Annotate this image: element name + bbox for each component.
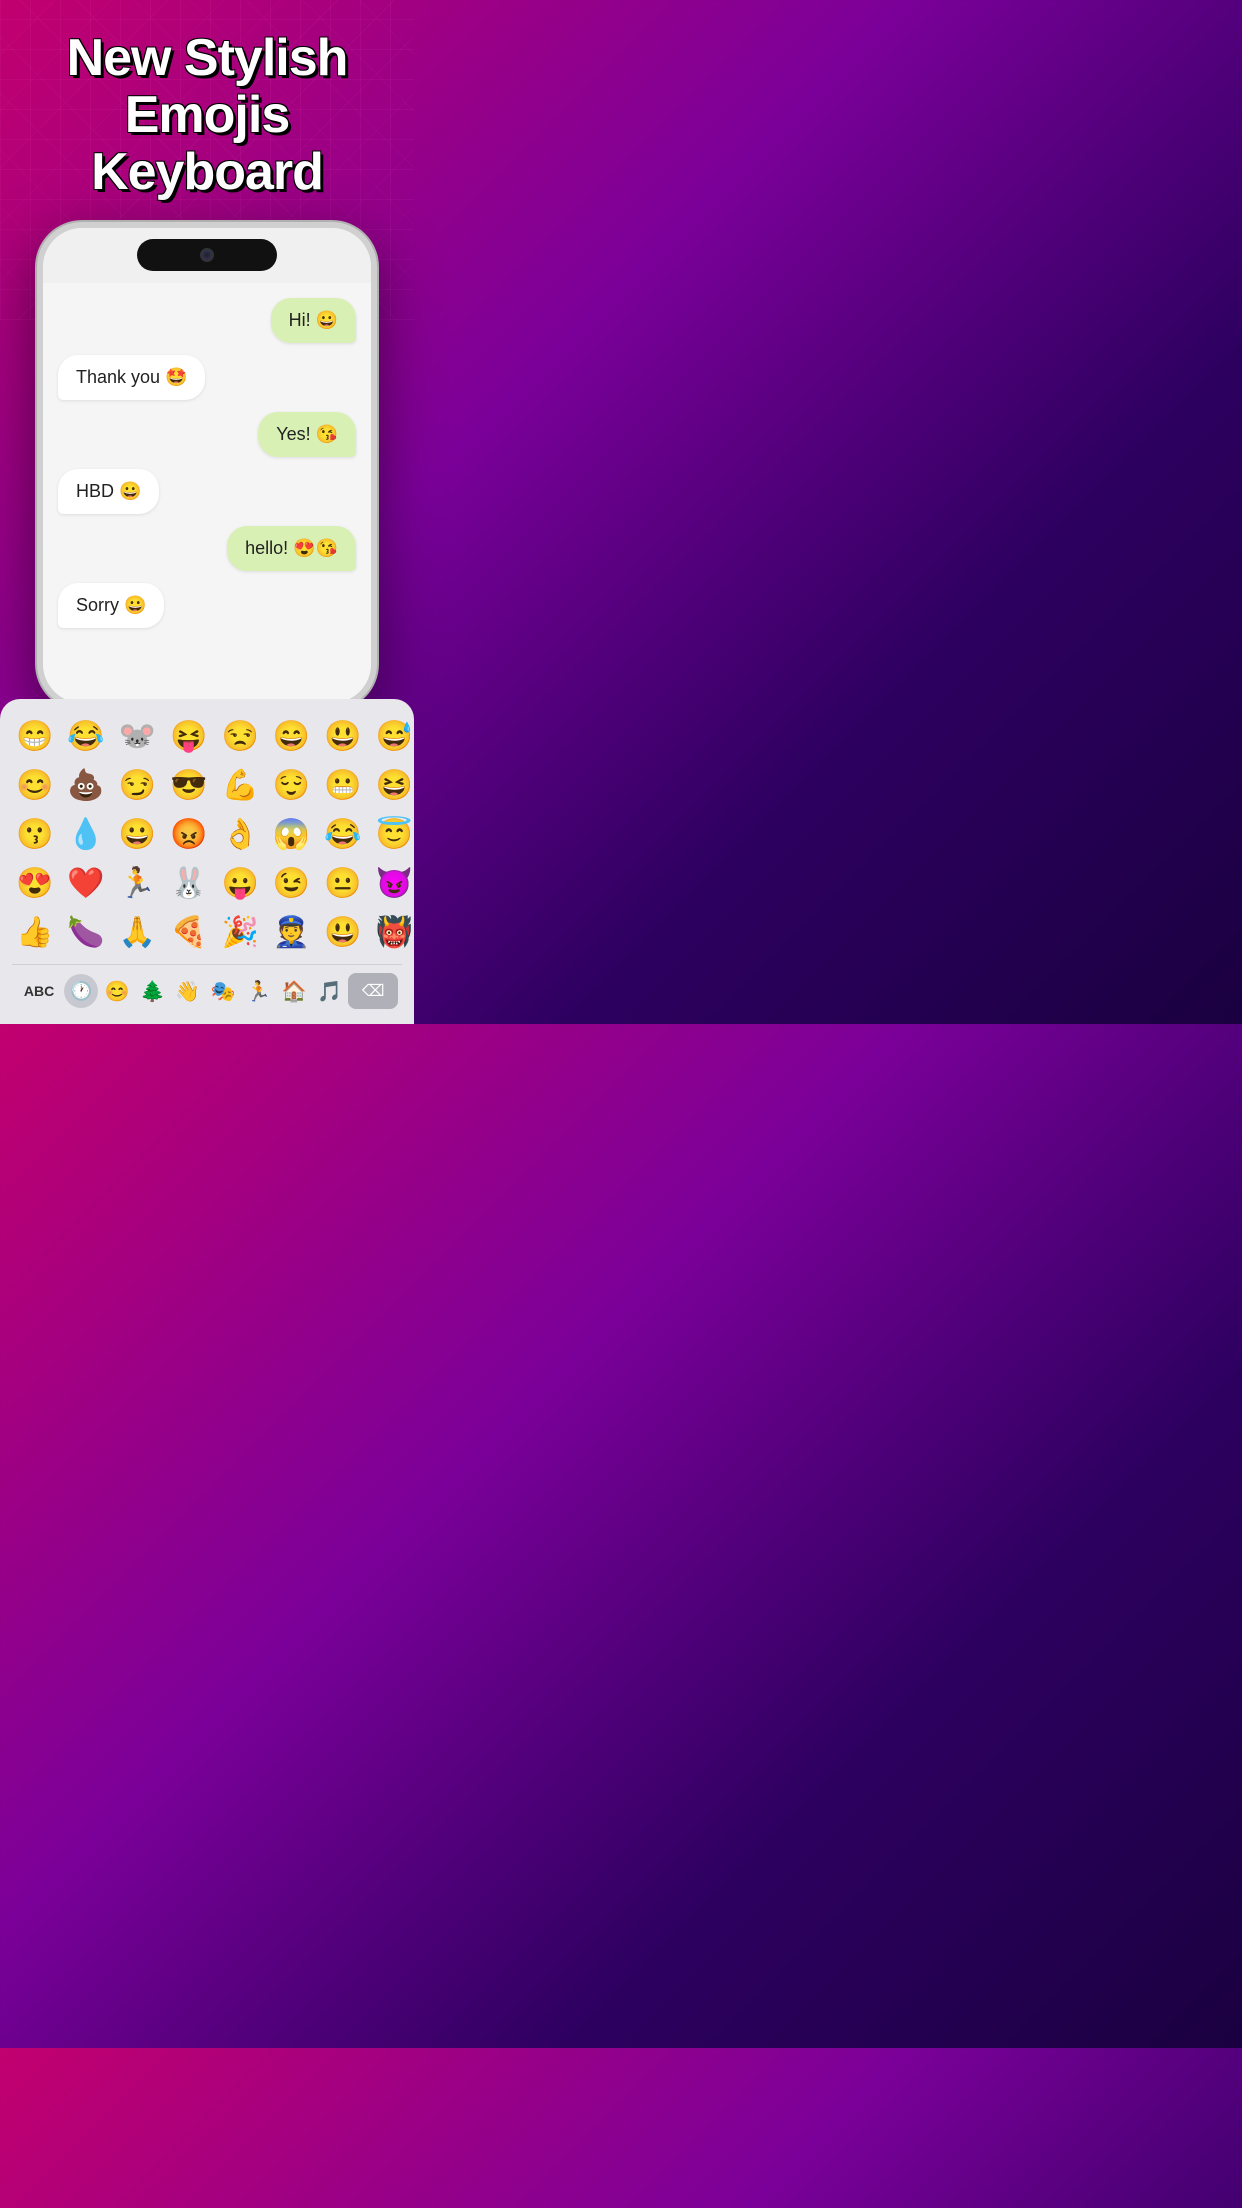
emoji-cell-20[interactable]: 👌 [217,813,262,856]
message-row-1: Hi! 😀 [58,298,356,343]
emoji-cell-19[interactable]: 😡 [166,813,211,856]
recent-emoji-button[interactable]: 🕐 [64,974,98,1008]
message-bubble-received-4: HBD 😀 [58,469,159,514]
emoji-cell-29[interactable]: 😉 [269,862,314,905]
emoji-cell-0[interactable]: 😁 [12,715,57,758]
message-bubble-sent-3: Yes! 😘 [258,412,356,457]
emoji-cell-3[interactable]: 😝 [166,715,211,758]
emoji-cell-28[interactable]: 😛 [217,862,262,905]
emoji-category-button[interactable]: 😊 [100,973,133,1010]
message-bubble-sent-1: Hi! 😀 [271,298,356,343]
message-row-3: Yes! 😘 [58,412,356,457]
emoji-cell-25[interactable]: ❤️ [63,862,108,905]
phone-top-bar [43,228,371,283]
emoji-keyboard: 😁😂🐭😝😒😄😃😅😊💩😏😎💪😌😬😆😗💧😀😡👌😱😂😇😍❤️🏃🐰😛😉😐😈👍🍆🙏🍕🎉👮😃… [0,699,414,1024]
message-bubble-received-2: Thank you 🤩 [58,355,205,400]
emoji-cell-2[interactable]: 🐭 [115,715,160,758]
message-row-6: Sorry 😀 [58,583,356,628]
message-row-4: HBD 😀 [58,469,356,514]
emoji-cell-23[interactable]: 😇 [372,813,417,856]
emoji-cell-27[interactable]: 🐰 [166,862,211,905]
message-row-2: Thank you 🤩 [58,355,356,400]
emoji-grid: 😁😂🐭😝😒😄😃😅😊💩😏😎💪😌😬😆😗💧😀😡👌😱😂😇😍❤️🏃🐰😛😉😐😈👍🍆🙏🍕🎉👮😃… [12,715,402,954]
message-row-5: hello! 😍😘 [58,526,356,571]
activity-category-button[interactable]: 🎭 [207,973,240,1010]
delete-button[interactable]: ⌫ [348,973,397,1009]
emoji-cell-16[interactable]: 😗 [12,813,57,856]
emoji-cell-38[interactable]: 😃 [320,911,365,954]
nature-category-button[interactable]: 🌲 [136,973,169,1010]
emoji-cell-37[interactable]: 👮 [269,911,314,954]
emoji-cell-30[interactable]: 😐 [320,862,365,905]
emoji-cell-17[interactable]: 💧 [63,813,108,856]
gesture-category-button[interactable]: 👋 [171,973,204,1010]
emoji-cell-39[interactable]: 👹 [372,911,417,954]
phone-mockup: Hi! 😀 Thank you 🤩 Yes! 😘 HBD 😀 hello! 😍😘 [37,222,377,709]
emoji-cell-18[interactable]: 😀 [115,813,160,856]
emoji-cell-13[interactable]: 😌 [269,764,314,807]
emoji-cell-14[interactable]: 😬 [320,764,365,807]
keyboard-toolbar: ABC 🕐 😊 🌲 👋 🎭 🏃 🏠 🎵 ⌫ [12,964,402,1016]
emoji-cell-10[interactable]: 😏 [115,764,160,807]
symbols-category-button[interactable]: 🎵 [313,973,346,1010]
emoji-cell-31[interactable]: 😈 [372,862,417,905]
people-category-button[interactable]: 🏃 [242,973,275,1010]
emoji-cell-15[interactable]: 😆 [372,764,417,807]
emoji-cell-21[interactable]: 😱 [269,813,314,856]
message-bubble-received-6: Sorry 😀 [58,583,164,628]
app-title: New Stylish Emojis Keyboard [20,30,394,202]
emoji-cell-11[interactable]: 😎 [166,764,211,807]
emoji-cell-5[interactable]: 😄 [269,715,314,758]
abc-button[interactable]: ABC [16,977,62,1005]
phone-notch [137,239,277,271]
front-camera [200,248,214,262]
message-bubble-sent-5: hello! 😍😘 [227,526,356,571]
emoji-cell-1[interactable]: 😂 [63,715,108,758]
emoji-cell-7[interactable]: 😅 [372,715,417,758]
emoji-cell-8[interactable]: 😊 [12,764,57,807]
emoji-cell-32[interactable]: 👍 [12,911,57,954]
emoji-cell-9[interactable]: 💩 [63,764,108,807]
chat-screen: Hi! 😀 Thank you 🤩 Yes! 😘 HBD 😀 hello! 😍😘 [43,283,371,703]
emoji-cell-4[interactable]: 😒 [217,715,262,758]
emoji-cell-36[interactable]: 🎉 [217,911,262,954]
emoji-cell-24[interactable]: 😍 [12,862,57,905]
emoji-cell-34[interactable]: 🙏 [115,911,160,954]
emoji-cell-22[interactable]: 😂 [320,813,365,856]
header-section: New Stylish Emojis Keyboard [0,0,414,222]
emoji-cell-6[interactable]: 😃 [320,715,365,758]
emoji-cell-26[interactable]: 🏃 [115,862,160,905]
emoji-cell-35[interactable]: 🍕 [166,911,211,954]
emoji-cell-12[interactable]: 💪 [217,764,262,807]
emoji-cell-33[interactable]: 🍆 [63,911,108,954]
objects-category-button[interactable]: 🏠 [278,973,311,1010]
